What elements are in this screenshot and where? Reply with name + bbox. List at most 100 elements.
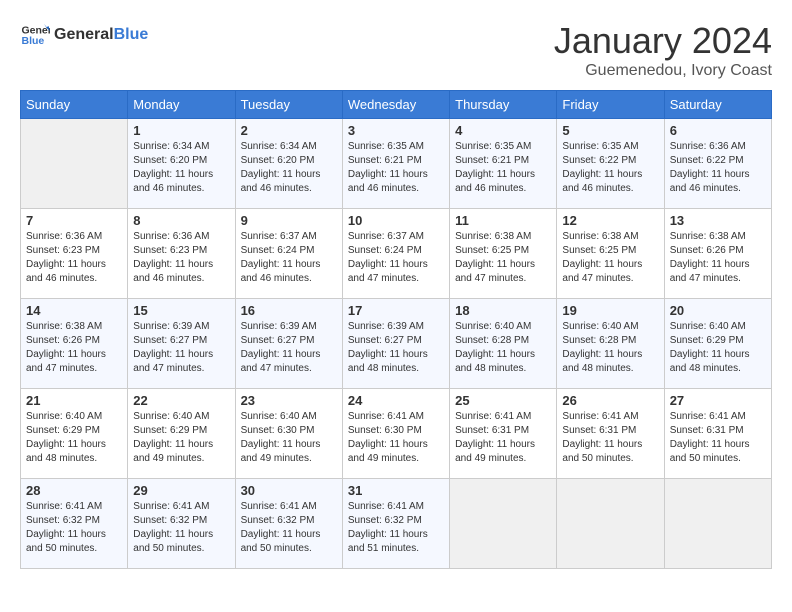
day-number: 7 [26, 213, 122, 228]
day-number: 19 [562, 303, 658, 318]
day-number: 29 [133, 483, 229, 498]
day-info: Sunrise: 6:35 AM Sunset: 6:22 PM Dayligh… [562, 140, 658, 196]
calendar-cell: 15Sunrise: 6:39 AM Sunset: 6:27 PM Dayli… [128, 299, 235, 389]
day-info: Sunrise: 6:34 AM Sunset: 6:20 PM Dayligh… [133, 140, 229, 196]
day-number: 2 [241, 123, 337, 138]
calendar-cell: 22 Sunrise: 6:40 AM Sunset: 6:29 PM Dayli… [128, 389, 235, 479]
calendar-cell: 8 Sunrise: 6:36 AM Sunset: 6:23 PM Daylig… [128, 209, 235, 299]
day-info: Sunrise: 6:39 AM Sunset: 6:27 PM Dayligh… [241, 320, 337, 376]
day-info: Sunrise: 6:40 AM Sunset: 6:28 PM Dayligh… [562, 320, 658, 376]
weekday-header-thursday: Thursday [450, 91, 557, 119]
weekday-header-friday: Friday [557, 91, 664, 119]
calendar-cell: 3 Sunrise: 6:35 AM Sunset: 6:21 PM Daylig… [342, 119, 449, 209]
calendar-cell: 23Sunrise: 6:40 AM Sunset: 6:30 PM Dayli… [235, 389, 342, 479]
day-info: Sunrise: 6:41 AM Sunset: 6:32 PM Dayligh… [241, 500, 337, 556]
calendar-cell: 14 Sunrise: 6:38 AM Sunset: 6:26 PM Dayli… [21, 299, 128, 389]
day-info: Sunrise: 6:38 AM Sunset: 6:26 PM Dayligh… [26, 320, 122, 376]
day-info: Sunrise: 6:40 AM Sunset: 6:29 PM Dayligh… [670, 320, 766, 376]
calendar-cell: 9 Sunrise: 6:37 AM Sunset: 6:24 PM Daylig… [235, 209, 342, 299]
day-info: Sunrise: 6:36 AM Sunset: 6:22 PM Dayligh… [670, 140, 766, 196]
weekday-header-tuesday: Tuesday [235, 91, 342, 119]
day-number: 5 [562, 123, 658, 138]
calendar-cell: 24 Sunrise: 6:41 AM Sunset: 6:30 PM Dayli… [342, 389, 449, 479]
day-number: 28 [26, 483, 122, 498]
weekday-header-saturday: Saturday [664, 91, 771, 119]
day-number: 10 [348, 213, 444, 228]
weekday-header-wednesday: Wednesday [342, 91, 449, 119]
day-info: Sunrise: 6:36 AM Sunset: 6:23 PM Dayligh… [26, 230, 122, 286]
day-info: Sunrise: 6:41 AM Sunset: 6:31 PM Dayligh… [562, 410, 658, 466]
calendar-cell [450, 479, 557, 569]
day-number: 27 [670, 393, 766, 408]
title-area: January 2024 Guemenedou, Ivory Coast [554, 20, 772, 80]
day-number: 14 [26, 303, 122, 318]
calendar-cell: 10Sunrise: 6:37 AM Sunset: 6:24 PM Dayli… [342, 209, 449, 299]
day-info: Sunrise: 6:40 AM Sunset: 6:28 PM Dayligh… [455, 320, 551, 376]
day-number: 30 [241, 483, 337, 498]
logo-blue: Blue [114, 26, 149, 43]
day-info: Sunrise: 6:40 AM Sunset: 6:29 PM Dayligh… [133, 410, 229, 466]
day-number: 16 [241, 303, 337, 318]
day-number: 20 [670, 303, 766, 318]
day-number: 21 [26, 393, 122, 408]
day-info: Sunrise: 6:38 AM Sunset: 6:25 PM Dayligh… [455, 230, 551, 286]
logo: General Blue GeneralBlue [20, 20, 148, 50]
day-info: Sunrise: 6:41 AM Sunset: 6:31 PM Dayligh… [670, 410, 766, 466]
calendar-cell: 11Sunrise: 6:38 AM Sunset: 6:25 PM Dayli… [450, 209, 557, 299]
day-info: Sunrise: 6:41 AM Sunset: 6:31 PM Dayligh… [455, 410, 551, 466]
calendar-cell: 21Sunrise: 6:40 AM Sunset: 6:29 PM Dayli… [21, 389, 128, 479]
weekday-header-sunday: Sunday [21, 91, 128, 119]
day-number: 6 [670, 123, 766, 138]
day-info: Sunrise: 6:39 AM Sunset: 6:27 PM Dayligh… [133, 320, 229, 376]
calendar-week-row: 28 Sunrise: 6:41 AM Sunset: 6:32 PM Dayli… [21, 479, 772, 569]
calendar-subtitle: Guemenedou, Ivory Coast [554, 62, 772, 80]
day-number: 18 [455, 303, 551, 318]
day-number: 8 [133, 213, 229, 228]
calendar-cell: 7 Sunrise: 6:36 AM Sunset: 6:23 PM Daylig… [21, 209, 128, 299]
calendar-week-row: 1 Sunrise: 6:34 AM Sunset: 6:20 PM Daylig… [21, 119, 772, 209]
day-info: Sunrise: 6:37 AM Sunset: 6:24 PM Dayligh… [241, 230, 337, 286]
day-info: Sunrise: 6:40 AM Sunset: 6:30 PM Dayligh… [241, 410, 337, 466]
day-number: 25 [455, 393, 551, 408]
calendar-cell: 28Sunrise: 6:41 AM Sunset: 6:32 PM Dayli… [21, 479, 128, 569]
day-info: Sunrise: 6:41 AM Sunset: 6:32 PM Dayligh… [348, 500, 444, 556]
day-info: Sunrise: 6:38 AM Sunset: 6:26 PM Dayligh… [670, 230, 766, 286]
day-info: Sunrise: 6:36 AM Sunset: 6:23 PM Dayligh… [133, 230, 229, 286]
calendar-cell: 19 Sunrise: 6:40 AM Sunset: 6:28 PM Dayli… [557, 299, 664, 389]
calendar-cell [557, 479, 664, 569]
calendar-cell: 25 Sunrise: 6:41 AM Sunset: 6:31 PM Dayli… [450, 389, 557, 479]
weekday-header-monday: Monday [128, 91, 235, 119]
calendar-cell: 27 Sunrise: 6:41 AM Sunset: 6:31 PM Dayli… [664, 389, 771, 479]
calendar-cell: 5 Sunrise: 6:35 AM Sunset: 6:22 PM Daylig… [557, 119, 664, 209]
day-number: 26 [562, 393, 658, 408]
calendar-cell: 31 Sunrise: 6:41 AM Sunset: 6:32 PM Dayli… [342, 479, 449, 569]
day-info: Sunrise: 6:35 AM Sunset: 6:21 PM Dayligh… [455, 140, 551, 196]
calendar-cell: 17 Sunrise: 6:39 AM Sunset: 6:27 PM Dayli… [342, 299, 449, 389]
day-number: 1 [133, 123, 229, 138]
day-number: 13 [670, 213, 766, 228]
day-number: 17 [348, 303, 444, 318]
day-number: 3 [348, 123, 444, 138]
day-info: Sunrise: 6:41 AM Sunset: 6:30 PM Dayligh… [348, 410, 444, 466]
calendar-cell: 26 Sunrise: 6:41 AM Sunset: 6:31 PM Dayli… [557, 389, 664, 479]
day-number: 12 [562, 213, 658, 228]
calendar-week-row: 14 Sunrise: 6:38 AM Sunset: 6:26 PM Dayli… [21, 299, 772, 389]
calendar-cell: 16 Sunrise: 6:39 AM Sunset: 6:27 PM Dayli… [235, 299, 342, 389]
day-info: Sunrise: 6:39 AM Sunset: 6:27 PM Dayligh… [348, 320, 444, 376]
calendar-cell: 12Sunrise: 6:38 AM Sunset: 6:25 PM Dayli… [557, 209, 664, 299]
calendar-week-row: 21 Sunrise: 6:40 AM Sunset: 6:29 PM Dayli… [21, 389, 772, 479]
day-info: Sunrise: 6:35 AM Sunset: 6:21 PM Dayligh… [348, 140, 444, 196]
calendar-cell: 6 Sunrise: 6:36 AM Sunset: 6:22 PM Daylig… [664, 119, 771, 209]
logo-icon: General Blue [20, 20, 50, 50]
day-info: Sunrise: 6:34 AM Sunset: 6:20 PM Dayligh… [241, 140, 337, 196]
calendar-cell: 18 Sunrise: 6:40 AM Sunset: 6:28 PM Dayli… [450, 299, 557, 389]
day-number: 24 [348, 393, 444, 408]
calendar-cell [21, 119, 128, 209]
calendar-cell: 20 Sunrise: 6:40 AM Sunset: 6:29 PM Dayli… [664, 299, 771, 389]
day-number: 22 [133, 393, 229, 408]
day-number: 4 [455, 123, 551, 138]
day-number: 31 [348, 483, 444, 498]
calendar-body: 1 Sunrise: 6:34 AM Sunset: 6:20 PM Daylig… [21, 119, 772, 569]
calendar-header: SundayMondayTuesdayWednesdayThursdayFrid… [21, 91, 772, 119]
day-number: 9 [241, 213, 337, 228]
